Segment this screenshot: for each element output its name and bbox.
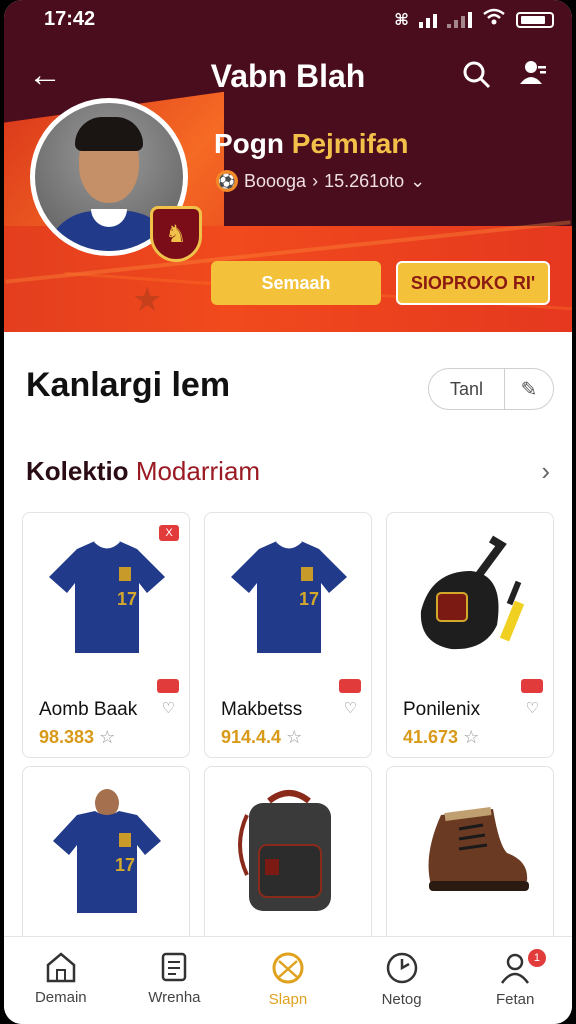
clock-icon	[386, 952, 417, 984]
tag-icon[interactable]: ✎	[505, 369, 553, 409]
jersey-icon: 17	[49, 539, 165, 653]
star-icon: ☆	[99, 727, 116, 747]
backpack-icon	[238, 790, 331, 911]
product-card[interactable]: Ponilenix ♡ 41.673 ☆	[386, 512, 554, 758]
favorite-icon[interactable]: ♡	[162, 699, 175, 717]
battery-icon	[516, 12, 554, 28]
document-icon	[162, 952, 187, 982]
nav-news[interactable]: Wrenha	[118, 937, 232, 1024]
nav-profile[interactable]: 1 Fetan	[458, 937, 572, 1024]
nav-news-label: Wrenha	[148, 989, 201, 1006]
favorite-icon[interactable]: ♡	[344, 699, 357, 717]
product-name: Aomb Baak	[39, 699, 138, 720]
product-name: Makbetss	[221, 699, 303, 720]
svg-text:17: 17	[115, 855, 135, 875]
status-bar: 17:42 ⌘	[4, 0, 572, 36]
product-card[interactable]: X 17 Aomb Baak ♡ 98.383 ☆	[22, 512, 190, 758]
product-name: Ponilenix	[403, 699, 481, 720]
nav-shop-label: Slapn	[268, 991, 308, 1008]
section-title: Kanlargi lem	[26, 366, 231, 404]
star-icon: ☆	[286, 727, 303, 747]
nav-matches-label: Netog	[381, 991, 422, 1008]
ball-icon: ⚽	[216, 170, 238, 192]
primary-action-button[interactable]: Semaah	[211, 261, 381, 305]
profile-header: ★ 17:42 ⌘ ← Vabn Blah ♞ Pogn Pejmifan ⚽ …	[4, 0, 572, 332]
product-price: 914.4.4 ☆	[221, 727, 303, 747]
chevron-right-icon[interactable]: ›	[541, 456, 550, 487]
product-card[interactable]: 17 Makbetss ♡ 914.4.4 ☆	[204, 512, 372, 758]
home-icon	[46, 952, 76, 983]
meta-separator: ›	[312, 170, 319, 191]
segment-control: Tanl ✎	[428, 368, 554, 410]
sale-tag	[521, 679, 543, 693]
svg-text:17: 17	[299, 589, 319, 609]
boot-icon	[428, 807, 529, 891]
product-price: 98.383 ☆	[39, 727, 116, 747]
ball-icon	[272, 952, 304, 984]
star-decoration-icon: ★	[132, 281, 163, 319]
nav-home-label: Demain	[34, 989, 87, 1006]
jersey-icon: 17	[231, 539, 347, 653]
sling-bag-icon	[420, 535, 525, 650]
wifi-icon	[482, 8, 506, 32]
svg-text:17: 17	[117, 589, 137, 609]
search-icon[interactable]	[462, 60, 492, 95]
user-menu-icon[interactable]	[518, 58, 548, 93]
notification-badge: 1	[527, 949, 546, 967]
signal-2-icon	[447, 12, 472, 28]
nav-shop[interactable]: Slapn	[231, 937, 345, 1024]
signal-icon	[419, 12, 437, 28]
secondary-action-button[interactable]: SIOPROKO RI'	[396, 261, 550, 305]
jersey-model-icon: 17	[53, 789, 161, 913]
club-crest-icon: ♞	[150, 206, 202, 262]
phone-screen: ★ 17:42 ⌘ ← Vabn Blah ♞ Pogn Pejmifan ⚽ …	[4, 0, 572, 1024]
star-icon: ☆	[463, 727, 480, 747]
dropdown-icon[interactable]: ⌄	[410, 171, 425, 192]
status-time: 17:42	[44, 8, 96, 30]
sale-tag	[157, 679, 179, 693]
meta-club: Boooga	[244, 170, 307, 191]
meta-value: 15.261oto	[324, 170, 405, 191]
favorite-icon[interactable]: ♡	[526, 699, 539, 717]
bottom-navigation: Demain Wrenha Slapn Netog 1 Fetan	[4, 936, 572, 1024]
nav-home[interactable]: Demain	[4, 937, 118, 1024]
nfc-icon: ⌘	[394, 12, 409, 29]
nav-matches[interactable]: Netog	[345, 937, 459, 1024]
collection-heading[interactable]: Kolektio Modarriam	[26, 456, 260, 487]
product-price: 41.673 ☆	[403, 727, 480, 747]
sale-tag	[339, 679, 361, 693]
player-meta: ⚽ Boooga › 15.261oto ⌄	[216, 170, 425, 192]
nav-profile-label: Fetan	[495, 991, 535, 1008]
top-bar: ← Vabn Blah	[4, 52, 572, 102]
segment-tab-label[interactable]: Tanl	[429, 369, 505, 409]
player-name: Pogn Pejmifan	[214, 128, 409, 159]
